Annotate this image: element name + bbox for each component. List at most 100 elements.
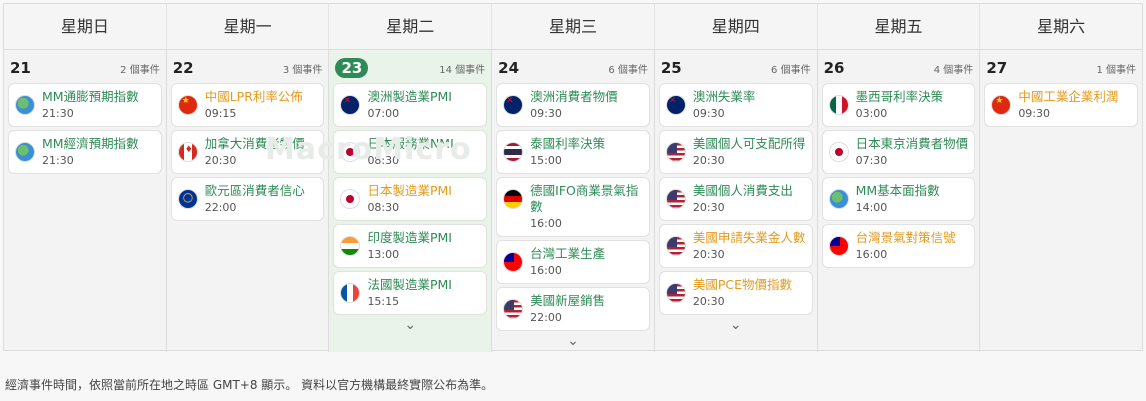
weekday-label: 星期二: [329, 4, 493, 49]
event-time: 16:00: [530, 264, 562, 277]
event-time: 22:00: [530, 311, 562, 324]
au-flag-icon: [503, 95, 524, 115]
event-count: 6 個事件: [771, 64, 811, 76]
tw-flag-icon: [828, 236, 849, 256]
event-name: 加拿大消費者物價: [204, 136, 305, 151]
event-card[interactable]: 日本東京消費者物價 07:30: [821, 130, 976, 174]
weekday-header: 星期日 星期一 星期二 星期三 星期四 星期五 星期六: [4, 4, 1142, 50]
event-time: 21:30: [42, 107, 74, 120]
event-time: 20:30: [692, 154, 725, 167]
event-card[interactable]: 德國IFO商業景氣指數 16:00: [496, 177, 650, 237]
day-header: 25 6 個事件: [659, 56, 813, 80]
event-card[interactable]: 加拿大消費者物價 20:30: [170, 130, 325, 174]
ca-flag-icon: [177, 142, 198, 162]
day-cell[interactable]: 2314 個事件澳洲製造業PMI07:00日本服務業NMI08:30日本製造業P…: [329, 50, 493, 352]
event-time: 20:30: [204, 154, 237, 167]
event-card[interactable]: 台灣景氣對策信號 16:00: [821, 224, 976, 268]
event-card[interactable]: 中國LPR利率公佈 09:15: [170, 83, 325, 127]
event-time: 20:30: [692, 201, 725, 214]
event-name: 中國LPR利率公佈: [204, 89, 303, 104]
event-count: 1 個事件: [1096, 64, 1137, 76]
expand-chevron-icon[interactable]: ⌄: [659, 317, 813, 333]
event-card[interactable]: 中國工業企業利潤 09:30: [984, 83, 1139, 127]
event-time: 20:30: [692, 295, 725, 308]
event-time: 15:00: [530, 154, 562, 167]
weekday-label: 星期五: [818, 4, 981, 49]
day-header: 27 1 個事件: [984, 56, 1138, 80]
event-count: 14 個事件: [439, 64, 486, 76]
day-cell[interactable]: 22 3 個事件中國LPR利率公佈 09:15 加拿大消費者物價 20:30 歐元區消費者…: [167, 50, 330, 352]
day-number: 22: [172, 59, 194, 77]
day-number: 21: [10, 59, 31, 77]
event-card[interactable]: 澳洲製造業PMI 07:00: [333, 83, 488, 127]
globe-flag-icon: [15, 142, 35, 162]
day-cell[interactable]: 26 4 個事件墨西哥利率決策 03:00 日本東京消費者物價 07:30 MM基本面指數…: [818, 50, 981, 352]
event-name: MM經濟預期指數: [42, 136, 139, 151]
event-card[interactable]: 日本製造業PMI 08:30: [333, 177, 488, 221]
event-time: 22:00: [204, 201, 237, 214]
event-name: 澳洲製造業PMI: [367, 89, 452, 104]
day-number: 25: [660, 59, 682, 77]
event-card[interactable]: 日本服務業NMI 08:30: [333, 130, 488, 174]
event-time: 08:30: [367, 154, 400, 167]
day-cell[interactable]: 25 6 個事件澳洲失業率 09:30 美國個人可支配所得 20:30 美國個人消費支出 2…: [655, 50, 818, 352]
event-card[interactable]: 泰國利率決策 15:00: [496, 130, 650, 174]
event-card[interactable]: 澳洲失業率 09:30: [658, 83, 813, 127]
event-count: 6 個事件: [608, 64, 648, 76]
event-time: 16:00: [530, 217, 562, 230]
event-time: 07:30: [855, 154, 888, 167]
event-time: 09:15: [204, 107, 237, 120]
event-name: 中國工業企業利潤: [1018, 89, 1119, 104]
event-card[interactable]: 歐元區消費者信心 22:00: [170, 177, 325, 221]
event-card[interactable]: 台灣工業生產 16:00: [496, 240, 650, 284]
event-count: 4 個事件: [933, 64, 974, 76]
expand-chevron-icon[interactable]: ⌄: [333, 317, 487, 333]
event-name: 美國個人可支配所得: [692, 136, 806, 151]
us-flag-icon: [665, 142, 686, 162]
event-name: 日本東京消費者物價: [855, 136, 969, 151]
expand-chevron-icon[interactable]: ⌄: [496, 333, 650, 349]
event-card[interactable]: 美國個人可支配所得 20:30: [658, 130, 813, 174]
in-flag-icon: [340, 236, 361, 256]
weekday-label: 星期日: [4, 4, 167, 49]
globe-flag-icon: [15, 95, 35, 115]
jp-flag-icon: [828, 142, 849, 162]
us-flag-icon: [503, 299, 524, 319]
event-card[interactable]: 美國申請失業金人數 20:30: [658, 224, 813, 268]
mx-flag-icon: [828, 95, 849, 115]
weekday-label: 星期四: [655, 4, 818, 49]
event-name: 德國IFO商業景氣指數: [530, 183, 639, 214]
event-card[interactable]: 印度製造業PMI 13:00: [333, 224, 488, 268]
event-card[interactable]: MM基本面指數 14:00: [821, 177, 976, 221]
event-name: 美國PCE物價指數: [692, 277, 793, 292]
event-time: 16:00: [855, 248, 888, 261]
event-time: 20:30: [692, 248, 725, 261]
eu-flag-icon: [177, 189, 198, 209]
event-time: 07:00: [367, 107, 400, 120]
event-time: 09:30: [1018, 107, 1051, 120]
event-card[interactable]: 法國製造業PMI 15:15: [333, 271, 488, 315]
day-header: 26 4 個事件: [822, 56, 976, 80]
day-cell[interactable]: 24 6 個事件澳洲消費者物價 09:30 泰國利率決策 15:00 德國IFO商業景氣指…: [492, 50, 655, 352]
event-card[interactable]: MM通膨預期指數 21:30: [8, 83, 162, 127]
event-name: MM通膨預期指數: [42, 89, 139, 104]
au-flag-icon: [665, 95, 686, 115]
event-card[interactable]: 美國個人消費支出 20:30: [658, 177, 813, 221]
calendar: 星期日 星期一 星期二 星期三 星期四 星期五 星期六 21 2 個事件 MM通膨預期指數 21:…: [3, 3, 1143, 352]
day-header: 24 6 個事件: [496, 56, 650, 80]
event-name: 澳洲失業率: [692, 89, 756, 104]
jp-flag-icon: [340, 142, 361, 162]
day-cell[interactable]: 27 1 個事件中國工業企業利潤 09:30: [980, 50, 1142, 352]
event-time: 03:00: [855, 107, 888, 120]
event-name: 澳洲消費者物價: [530, 89, 618, 104]
day-header: 21 2 個事件: [8, 56, 162, 80]
day-cell[interactable]: 21 2 個事件 MM通膨預期指數 21:30 MM經濟預期指數 21:30: [4, 50, 167, 352]
day-number: 26: [823, 59, 845, 77]
event-card[interactable]: 美國新屋銷售 22:00: [496, 287, 650, 331]
tw-flag-icon: [503, 252, 524, 272]
event-card[interactable]: MM經濟預期指數 21:30: [8, 130, 162, 174]
event-card[interactable]: 美國PCE物價指數 20:30: [658, 271, 813, 315]
event-card[interactable]: 澳洲消費者物價 09:30: [496, 83, 650, 127]
event-card[interactable]: 墨西哥利率決策 03:00: [821, 83, 976, 127]
event-name: 美國申請失業金人數: [692, 230, 806, 245]
